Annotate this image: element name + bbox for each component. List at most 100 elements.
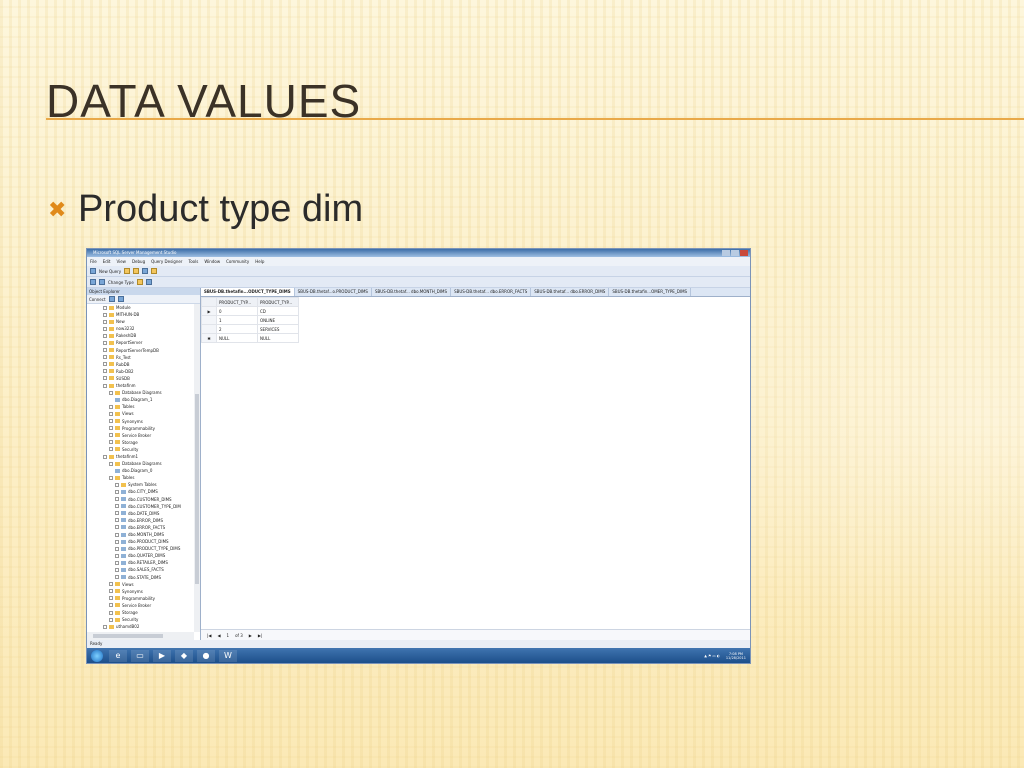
expand-toggle-icon[interactable]: [109, 419, 113, 424]
expand-toggle-icon[interactable]: [109, 426, 113, 431]
expand-toggle-icon[interactable]: [103, 362, 107, 367]
tree-node[interactable]: thetafinm1: [87, 453, 194, 460]
tree-node[interactable]: Service Broker: [87, 432, 194, 439]
expand-toggle-icon[interactable]: [103, 312, 107, 317]
document-tab[interactable]: SBUS-DB.thetafin...ODUCT_TYPE_DIMS: [201, 288, 295, 296]
expand-toggle-icon[interactable]: [109, 440, 113, 445]
scroll-thumb[interactable]: [195, 394, 199, 584]
tree-node[interactable]: MITHUN-DB: [87, 311, 194, 318]
tree-horizontal-scrollbar[interactable]: [87, 632, 194, 640]
record-number[interactable]: 1: [227, 633, 230, 638]
tree-node[interactable]: dbo.PRODUCT_TYPE_DIMS: [87, 545, 194, 552]
tree-node[interactable]: dbo.STATE_DIMS: [87, 574, 194, 581]
last-record-icon[interactable]: ▶|: [258, 633, 262, 638]
column-header[interactable]: PRODUCT_TYP...: [216, 297, 258, 307]
expand-toggle-icon[interactable]: [109, 596, 113, 601]
menu-item[interactable]: Tools: [188, 257, 198, 266]
expand-toggle-icon[interactable]: [115, 568, 119, 573]
tree-node[interactable]: Programmability: [87, 595, 194, 602]
tree-node[interactable]: dbo.Diagram_0: [87, 467, 194, 474]
tool-icon[interactable]: [151, 268, 158, 274]
tree-node[interactable]: Storage: [87, 439, 194, 446]
internet-explorer-icon[interactable]: e: [109, 649, 127, 662]
tree-node[interactable]: Database Diagrams: [87, 389, 194, 396]
tree-vertical-scrollbar[interactable]: [194, 304, 200, 632]
verify-icon[interactable]: [145, 279, 152, 285]
table-row[interactable]: ✱ NULL NULL: [201, 333, 299, 343]
pane-icon[interactable]: [90, 279, 96, 285]
expand-toggle-icon[interactable]: [109, 461, 113, 466]
expand-toggle-icon[interactable]: [109, 603, 113, 608]
expand-toggle-icon[interactable]: [115, 482, 119, 487]
new-query-icon[interactable]: [90, 268, 96, 274]
column-header[interactable]: PRODUCT_TYP...: [257, 297, 299, 307]
open-file-icon[interactable]: [124, 268, 131, 274]
media-player-icon[interactable]: ▶: [153, 649, 171, 662]
prev-record-icon[interactable]: ◀: [217, 633, 220, 638]
tree-node[interactable]: Tables: [87, 403, 194, 410]
change-type-button[interactable]: Change Type: [108, 280, 134, 285]
expand-toggle-icon[interactable]: [115, 575, 119, 580]
document-tab[interactable]: SBUS-DB.thetaf...o.PRODUCT_DIMS: [295, 288, 372, 296]
expand-toggle-icon[interactable]: [115, 511, 119, 516]
expand-toggle-icon[interactable]: [115, 560, 119, 565]
expand-toggle-icon[interactable]: [103, 305, 107, 310]
grid-cell[interactable]: 0: [216, 306, 258, 316]
expand-toggle-icon[interactable]: [109, 582, 113, 587]
tree-node[interactable]: dbo.DATE_DIMS: [87, 510, 194, 517]
next-record-icon[interactable]: ▶: [249, 633, 252, 638]
table-row[interactable]: ▶ 0 CD: [201, 306, 299, 316]
grid-cell[interactable]: SERVICES: [257, 324, 299, 334]
document-tab[interactable]: SBUS-DB.thetafin...OMER_TYPE_DIMS: [609, 288, 692, 296]
grid-cell[interactable]: ONLINE: [257, 315, 299, 325]
tree-node[interactable]: System Tables: [87, 481, 194, 488]
expand-toggle-icon[interactable]: [103, 326, 107, 331]
ssms-taskbar-icon[interactable]: ◆: [175, 649, 193, 662]
expand-toggle-icon[interactable]: [109, 610, 113, 615]
close-icon[interactable]: [740, 250, 748, 256]
tree-node[interactable]: dbo.ERROR_FACTS: [87, 524, 194, 531]
expand-toggle-icon[interactable]: [103, 454, 107, 459]
tree-node[interactable]: ReportServer: [87, 339, 194, 346]
tree-node[interactable]: dbo.CITY_DIMS: [87, 488, 194, 495]
menu-item[interactable]: Community: [226, 257, 249, 266]
menu-item[interactable]: View: [116, 257, 126, 266]
tree-node[interactable]: Rub-DB2: [87, 368, 194, 375]
firefox-icon[interactable]: ●: [197, 649, 215, 662]
tree-node[interactable]: SUSDB: [87, 375, 194, 382]
tree-node[interactable]: dbo.ERROR_DIMS: [87, 517, 194, 524]
filter-icon[interactable]: [117, 296, 124, 302]
expand-toggle-icon[interactable]: [115, 518, 119, 523]
expand-toggle-icon[interactable]: [103, 383, 107, 388]
tree-node[interactable]: Views: [87, 581, 194, 588]
tree-node[interactable]: Module: [87, 304, 194, 311]
menu-item[interactable]: Window: [204, 257, 220, 266]
expand-toggle-icon[interactable]: [115, 525, 119, 530]
file-explorer-icon[interactable]: ▭: [131, 649, 149, 662]
expand-toggle-icon[interactable]: [115, 546, 119, 551]
expand-toggle-icon[interactable]: [115, 497, 119, 502]
expand-toggle-icon[interactable]: [109, 411, 113, 416]
expand-toggle-icon[interactable]: [103, 355, 107, 360]
expand-toggle-icon[interactable]: [103, 333, 107, 338]
tree-node[interactable]: Views: [87, 410, 194, 417]
expand-toggle-icon[interactable]: [109, 447, 113, 452]
new-query-button[interactable]: New Query: [99, 269, 121, 274]
first-record-icon[interactable]: |◀: [207, 633, 211, 638]
document-tab[interactable]: SBUS-DB.thetaf... dbo.ERROR_DIMS: [531, 288, 610, 296]
expand-toggle-icon[interactable]: [115, 532, 119, 537]
table-row[interactable]: 2 SERVICES: [201, 324, 299, 334]
tree-node[interactable]: Synonyms: [87, 588, 194, 595]
expand-toggle-icon[interactable]: [109, 617, 113, 622]
grid-cell[interactable]: 1: [216, 315, 258, 325]
tree-node[interactable]: thetafinm: [87, 382, 194, 389]
scroll-thumb[interactable]: [93, 634, 163, 638]
expand-toggle-icon[interactable]: [115, 553, 119, 558]
tree-node[interactable]: New: [87, 318, 194, 325]
expand-toggle-icon[interactable]: [109, 404, 113, 409]
expand-toggle-icon[interactable]: [103, 319, 107, 324]
expand-toggle-icon[interactable]: [103, 376, 107, 381]
expand-toggle-icon[interactable]: [109, 589, 113, 594]
expand-toggle-icon[interactable]: [103, 369, 107, 374]
expand-toggle-icon[interactable]: [109, 475, 113, 480]
